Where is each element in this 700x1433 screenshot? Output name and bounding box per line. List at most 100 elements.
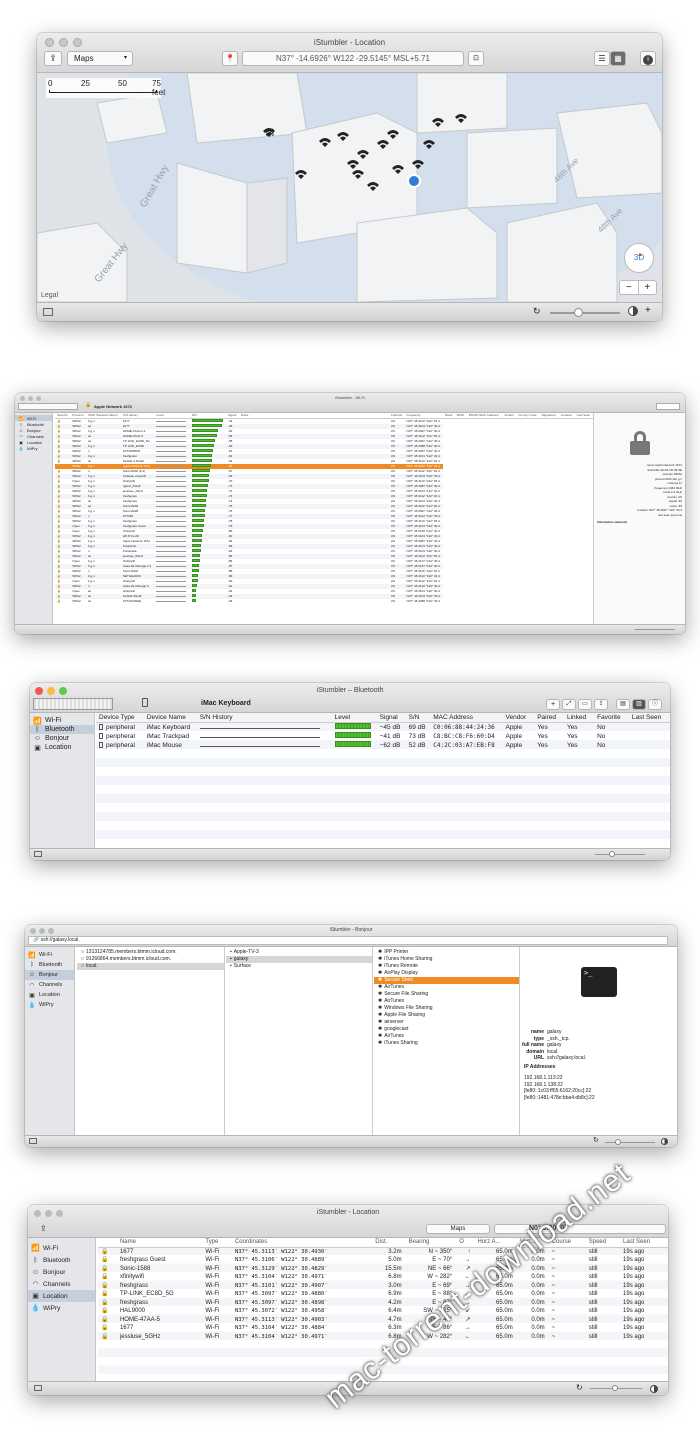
table-row[interactable]: 🔒 freshgrass Guest Wi-Fi N37° 45.3106′ W122… [98,1256,668,1265]
sidebar-item-location[interactable]: ▣ Location [28,1290,95,1302]
sidebar-item-bonjour[interactable]: ☺ Bonjour [30,734,94,743]
browser-item[interactable]: ✱ IPP Printer [374,949,519,956]
browser-item[interactable]: ✱ AirTunes [374,984,519,991]
share-button[interactable]: ⇪ [594,699,608,710]
column-header[interactable]: MAC Address [430,713,502,723]
sidebar-toggle-icon[interactable] [34,851,42,857]
sidebar-item-wipry[interactable]: 💧 WiPry [25,1000,74,1010]
maps-popup[interactable]: Maps [426,1224,490,1234]
sidebar-toggle-icon[interactable] [34,1385,42,1391]
list-view-button[interactable]: ☰ [594,51,610,66]
column-header[interactable]: Level [332,713,377,723]
add-button[interactable]: + [546,699,560,710]
sidebar-item-wifi[interactable]: 📶 Wi-Fi [28,1242,95,1254]
column-header[interactable]: Speed [586,1238,620,1247]
slider-knob[interactable] [609,851,615,857]
share-button[interactable]: ⇪ [44,51,62,66]
map-view-button[interactable]: ▦ [610,51,626,66]
zoom-in-button[interactable]: + [639,281,657,294]
table-row[interactable]: 🔒 HAL9000 Wi-Fi N37° 45.3072′ W122° 30.4958… [98,1307,668,1316]
table-row[interactable]: 🔒 1677 Wi-Fi N37° 45.3104′ W122° 30.4884′ 6.… [98,1324,668,1333]
table-row[interactable]: peripheral iMac Mouse −62 dB 52 dB C4:2C:03:… [96,741,670,750]
column-header[interactable]: SSID (Network Name) [86,413,121,419]
sidebar-item-location[interactable]: ▣ Location [30,743,94,752]
info-button[interactable]: i [640,51,656,66]
column-header[interactable]: Regulatory [540,413,559,419]
sidebar-item-wipry[interactable]: 💧 WiPry [15,445,52,451]
column-header[interactable]: Last Seen [629,713,670,723]
sidebar-item-wifi[interactable]: 📶 Wi-Fi [25,950,74,960]
column-header[interactable]: BSSID (MAC Address) [467,413,502,419]
browser-item[interactable]: ✱ Secure Shell [374,977,519,984]
coordinates-field[interactable]: N37° -14.6926° W122 -29.5145° MSL+5.71 [242,51,464,66]
pin-button[interactable]: 📍 [222,51,238,66]
sidebar-item-channels[interactable]: ◠ Channels [25,980,74,990]
browser-item[interactable]: ○ 91266864.members.btmm.icloud.com. [77,956,224,963]
sidebar-toggle-icon[interactable] [29,1138,37,1144]
table-row[interactable]: peripheral iMac Keyboard −45 dB 69 dB C0:06:… [96,723,670,733]
sidebar-item-wifi[interactable]: 📶 Wi-Fi [30,716,94,725]
column-header[interactable]: Favorite [594,713,629,723]
column-header[interactable]: S/N History [197,713,332,723]
contrast-icon[interactable] [628,306,638,316]
column-header[interactable]: Width [455,413,467,419]
browser-item[interactable]: ▪ Surface [226,963,372,970]
add-icon[interactable]: + [645,305,651,316]
refresh-icon[interactable]: ↻ [576,1383,583,1392]
column-header[interactable]: Last Seen [620,1238,668,1247]
zoom-slider[interactable] [635,629,675,630]
column-header[interactable]: Last Seen [575,413,593,419]
column-header[interactable]: Country Code [516,413,539,419]
sidebar-item-bluetooth[interactable]: ᛒ Bluetooth [28,1254,95,1266]
view-toggle[interactable] [656,403,680,410]
table-row[interactable]: 🔒 HOME-47AA-5 Wi-Fi N37° 45.3113′ W122° 30.… [98,1316,668,1325]
column-header[interactable]: Dist. [372,1238,405,1247]
column-header[interactable]: Device Name [144,713,197,723]
expand-button[interactable]: ⤢ [562,699,576,710]
sidebar-toggle-icon[interactable] [43,308,53,316]
table-row[interactable]: 🔒 WPA2 ac ATT4U9J5HE -94 US N37° 45.3088 °122°… [55,599,593,604]
column-header[interactable]: Band [443,413,454,419]
compass-control[interactable]: 3D ▲ [624,243,654,273]
map-view[interactable]: Great Hwy Great Hwy 48th Ave 48th Ave ᯼ [37,73,662,302]
legal-link[interactable]: Legal [41,292,58,299]
slider-knob[interactable] [612,1385,618,1391]
contrast-icon[interactable] [650,1385,658,1393]
column-header[interactable]: S/N [406,713,431,723]
browser-item[interactable]: ✱ iTunes Sharing [374,1040,519,1047]
table-row[interactable]: 🔒 freshgrass Wi-Fi N37° 45.3097′ W122° 30.4… [98,1299,668,1308]
column-header[interactable]: Vendor [502,713,534,723]
column-header[interactable]: Paired [534,713,564,723]
sidebar-item-bonjour[interactable]: ☺ Bonjour [28,1266,95,1278]
url-field[interactable]: 🔗 ssh://galaxy.local. [28,936,668,945]
browser-item[interactable]: ▪ galaxy [226,956,372,963]
browser-item[interactable]: ✱ iTunes Home Sharing [374,956,519,963]
sidebar-item-bonjour[interactable]: ☺ Bonjour [25,970,74,980]
browser-item[interactable]: ✱ Apple File Sharing [374,1012,519,1019]
zoom-slider[interactable] [595,851,645,857]
zoom-slider[interactable] [550,308,620,317]
slider-knob[interactable] [615,1139,621,1145]
browser-item[interactable]: ○ 1313124785.members.btmm.icloud.com. [77,949,224,956]
browser-item[interactable]: ✱ Windows File Sharing [374,1005,519,1012]
column-header[interactable]: O [456,1238,474,1247]
refresh-icon[interactable]: ↻ [593,1136,599,1144]
sidebar-item-bluetooth[interactable]: ᛒ Bluetooth [25,960,74,970]
column-header[interactable]: Linked [564,713,594,723]
detail-view-button[interactable]: ▥ [632,699,646,710]
window-button[interactable]: ▭ [578,699,592,710]
browser-item[interactable]: ✱ googlecast [374,1026,519,1033]
browser-item[interactable]: ✱ AirPlay Display [374,970,519,977]
list-view-button[interactable]: ▤ [616,699,630,710]
column-header[interactable]: Name [117,1238,202,1247]
column-header[interactable]: Location [559,413,575,419]
browser-item[interactable]: ▪ Apple-TV-3 [226,949,372,956]
browser-item[interactable]: ✱ AirTunes [374,1033,519,1040]
contrast-icon[interactable] [661,1138,668,1145]
info-button[interactable]: ⓘ [648,699,662,710]
share-icon[interactable]: ⇪ [40,1224,47,1233]
refresh-icon[interactable]: ↻ [533,306,541,317]
slider-knob[interactable] [574,308,583,317]
maps-popup[interactable]: Maps ▾ [67,51,133,66]
zoom-slider[interactable] [605,1139,655,1145]
